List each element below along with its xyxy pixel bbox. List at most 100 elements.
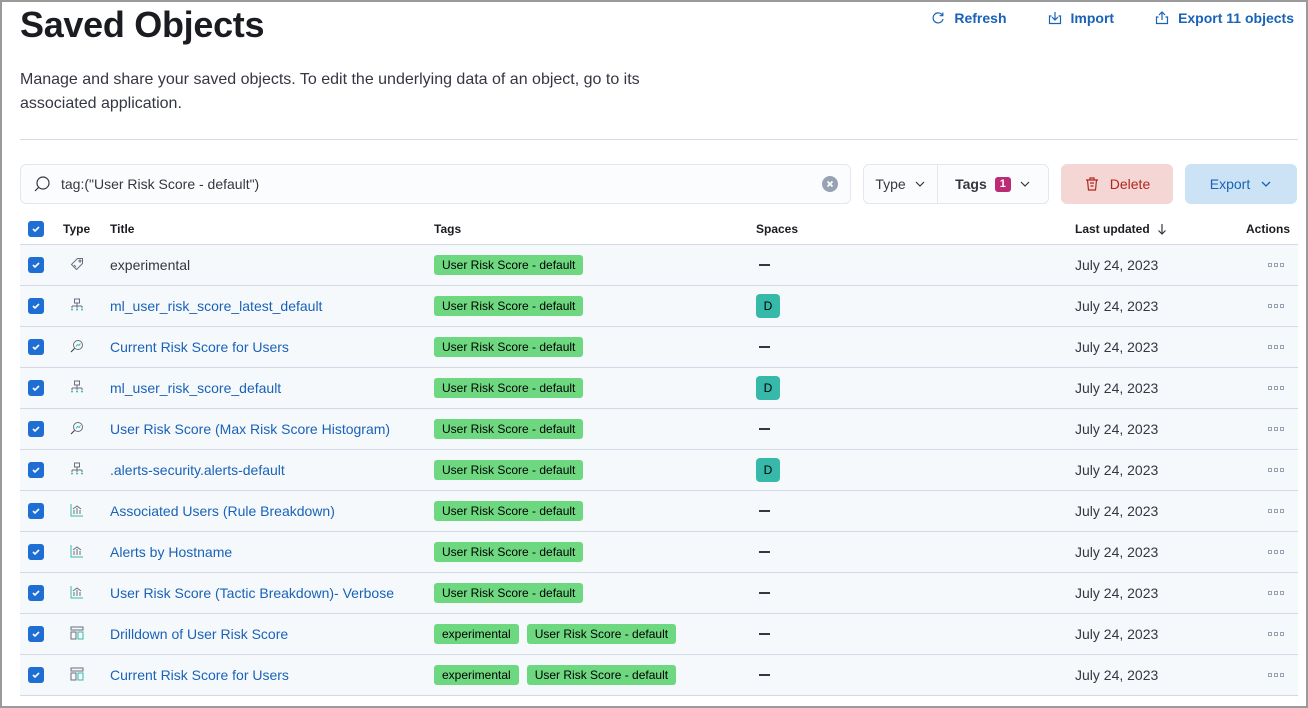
tag-badge[interactable]: User Risk Score - default (526, 665, 677, 685)
clear-search-button[interactable] (822, 176, 838, 192)
title-link[interactable]: Drilldown of User Risk Score (110, 626, 288, 642)
tag-badge[interactable]: User Risk Score - default (434, 542, 584, 562)
header-divider (20, 139, 1298, 140)
tag-badge[interactable]: experimental (434, 665, 519, 685)
last-updated-date: July 24, 2023 (1075, 503, 1159, 519)
title-link[interactable]: Alerts by Hostname (110, 544, 232, 560)
last-updated-label: Last updated (1075, 222, 1150, 236)
column-header-actions: Actions (1245, 222, 1290, 236)
last-updated-cell: July 24, 2023 (1075, 503, 1225, 519)
row-checkbox[interactable] (28, 298, 44, 314)
table-row: Current Risk Score for Users User Risk S… (20, 327, 1298, 368)
tag-badge[interactable]: User Risk Score - default (434, 378, 584, 398)
dot-icon (1274, 509, 1278, 513)
more-actions-button[interactable] (1264, 423, 1288, 435)
row-checkbox[interactable] (28, 380, 44, 396)
title-link[interactable]: Current Risk Score for Users (110, 667, 289, 683)
title-link[interactable]: User Risk Score (Tactic Breakdown)- Verb… (110, 585, 394, 601)
tag-badge[interactable]: User Risk Score - default (434, 583, 584, 603)
title-link[interactable]: Associated Users (Rule Breakdown) (110, 503, 335, 519)
row-select-cell (20, 503, 56, 519)
actions-cell (1225, 587, 1298, 599)
row-checkbox[interactable] (28, 257, 44, 273)
last-updated-date: July 24, 2023 (1075, 339, 1159, 355)
more-actions-button[interactable] (1264, 300, 1288, 312)
title-link[interactable]: Current Risk Score for Users (110, 339, 289, 355)
tag-badge[interactable]: User Risk Score - default (434, 460, 584, 480)
row-checkbox[interactable] (28, 421, 44, 437)
tag-badge[interactable]: User Risk Score - default (434, 255, 584, 275)
export-all-button[interactable]: Export 11 objects (1154, 10, 1294, 26)
row-checkbox[interactable] (28, 339, 44, 355)
tags-cell: User Risk Score - default (432, 378, 753, 398)
tags-filter-button[interactable]: Tags 1 (938, 165, 1048, 203)
dot-icon (1274, 550, 1278, 554)
title-cell: ml_user_risk_score_default (110, 380, 432, 396)
row-select-cell (20, 462, 56, 478)
row-checkbox[interactable] (28, 626, 44, 642)
more-actions-button[interactable] (1264, 669, 1288, 681)
tag-badge[interactable]: User Risk Score - default (434, 337, 584, 357)
space-avatar[interactable]: D (756, 458, 780, 482)
import-icon (1048, 12, 1061, 25)
spaces-cell: D (753, 294, 1075, 318)
refresh-icon (932, 12, 944, 24)
title-link[interactable]: ml_user_risk_score_default (110, 380, 281, 396)
last-updated-cell: July 24, 2023 (1075, 667, 1225, 683)
row-checkbox[interactable] (28, 462, 44, 478)
row-select-cell (20, 667, 56, 683)
column-header-type: Type (63, 222, 91, 236)
column-header-title[interactable]: Title (110, 222, 432, 236)
visualization-icon (70, 503, 84, 520)
space-avatar[interactable]: D (756, 294, 780, 318)
tag-badge[interactable]: User Risk Score - default (434, 419, 584, 439)
last-updated-cell: July 24, 2023 (1075, 421, 1225, 437)
column-header-last-updated[interactable]: Last updated (1075, 222, 1225, 236)
search-input[interactable] (61, 176, 822, 192)
title-link[interactable]: ml_user_risk_score_latest_default (110, 298, 322, 314)
actions-cell (1225, 669, 1298, 681)
type-filter-button[interactable]: Type (864, 165, 938, 203)
delete-button[interactable]: Delete (1061, 164, 1173, 204)
more-actions-button[interactable] (1264, 341, 1288, 353)
title-link[interactable]: User Risk Score (Max Risk Score Histogra… (110, 421, 390, 437)
index-pattern-icon (70, 298, 84, 315)
more-actions-button[interactable] (1264, 505, 1288, 517)
tag-badge[interactable]: User Risk Score - default (434, 501, 584, 521)
export-button[interactable]: Export (1185, 164, 1297, 204)
spaces-cell (753, 592, 1075, 594)
dot-icon (1268, 345, 1272, 349)
row-select-cell (20, 380, 56, 396)
row-checkbox[interactable] (28, 667, 44, 683)
last-updated-cell: July 24, 2023 (1075, 339, 1225, 355)
more-actions-button[interactable] (1264, 628, 1288, 640)
actions-cell (1225, 628, 1298, 640)
row-checkbox[interactable] (28, 544, 44, 560)
type-cell (56, 585, 110, 602)
more-actions-button[interactable] (1264, 546, 1288, 558)
row-checkbox[interactable] (28, 503, 44, 519)
tag-badge[interactable]: User Risk Score - default (434, 296, 584, 316)
tag-badge[interactable]: experimental (434, 624, 519, 644)
dot-icon (1280, 345, 1284, 349)
row-checkbox[interactable] (28, 585, 44, 601)
dot-icon (1274, 468, 1278, 472)
check-icon (32, 672, 40, 679)
title-link[interactable]: .alerts-security.alerts-default (110, 462, 285, 478)
last-updated-date: July 24, 2023 (1075, 462, 1159, 478)
more-actions-button[interactable] (1264, 259, 1288, 271)
more-actions-button[interactable] (1264, 587, 1288, 599)
more-actions-button[interactable] (1264, 382, 1288, 394)
refresh-button[interactable]: Refresh (930, 10, 1007, 26)
last-updated-date: July 24, 2023 (1075, 257, 1159, 273)
tag-badge[interactable]: User Risk Score - default (526, 624, 677, 644)
space-avatar[interactable]: D (756, 376, 780, 400)
table-row: experimental User Risk Score - default J… (20, 245, 1298, 286)
import-button[interactable]: Import (1047, 10, 1114, 26)
dot-icon (1280, 468, 1284, 472)
title-cell: experimental (110, 257, 432, 273)
row-select-cell (20, 421, 56, 437)
select-all-checkbox[interactable] (28, 221, 44, 237)
no-space-dash (759, 633, 770, 635)
more-actions-button[interactable] (1264, 464, 1288, 476)
